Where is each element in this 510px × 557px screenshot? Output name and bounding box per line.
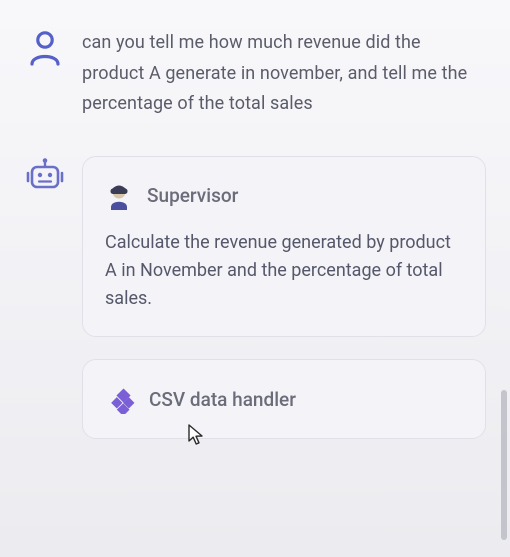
csv-handler-card[interactable]: CSV data handler — [82, 359, 486, 439]
supervisor-body: Calculate the revenue generated by produ… — [105, 229, 463, 313]
diamond-stack-icon — [105, 384, 135, 414]
user-avatar-col — [24, 28, 66, 66]
scrollbar-thumb[interactable] — [501, 390, 507, 540]
chat-container: can you tell me how much revenue did the… — [0, 0, 510, 517]
assistant-message-content: Supervisor Calculate the revenue generat… — [82, 156, 486, 462]
robot-icon — [25, 158, 65, 194]
user-message-text: can you tell me how much revenue did the… — [82, 28, 486, 120]
csv-handler-title: CSV data handler — [149, 388, 296, 411]
assistant-avatar-col — [24, 156, 66, 194]
assistant-message-row: Supervisor Calculate the revenue generat… — [24, 156, 486, 462]
user-icon — [28, 30, 62, 66]
user-message-row: can you tell me how much revenue did the… — [24, 28, 486, 120]
csv-handler-card-header: CSV data handler — [105, 384, 463, 414]
supervisor-card[interactable]: Supervisor Calculate the revenue generat… — [82, 156, 486, 338]
supervisor-card-header: Supervisor — [105, 181, 463, 211]
supervisor-icon — [105, 181, 133, 211]
supervisor-title: Supervisor — [147, 184, 238, 207]
user-message-content: can you tell me how much revenue did the… — [82, 28, 486, 120]
